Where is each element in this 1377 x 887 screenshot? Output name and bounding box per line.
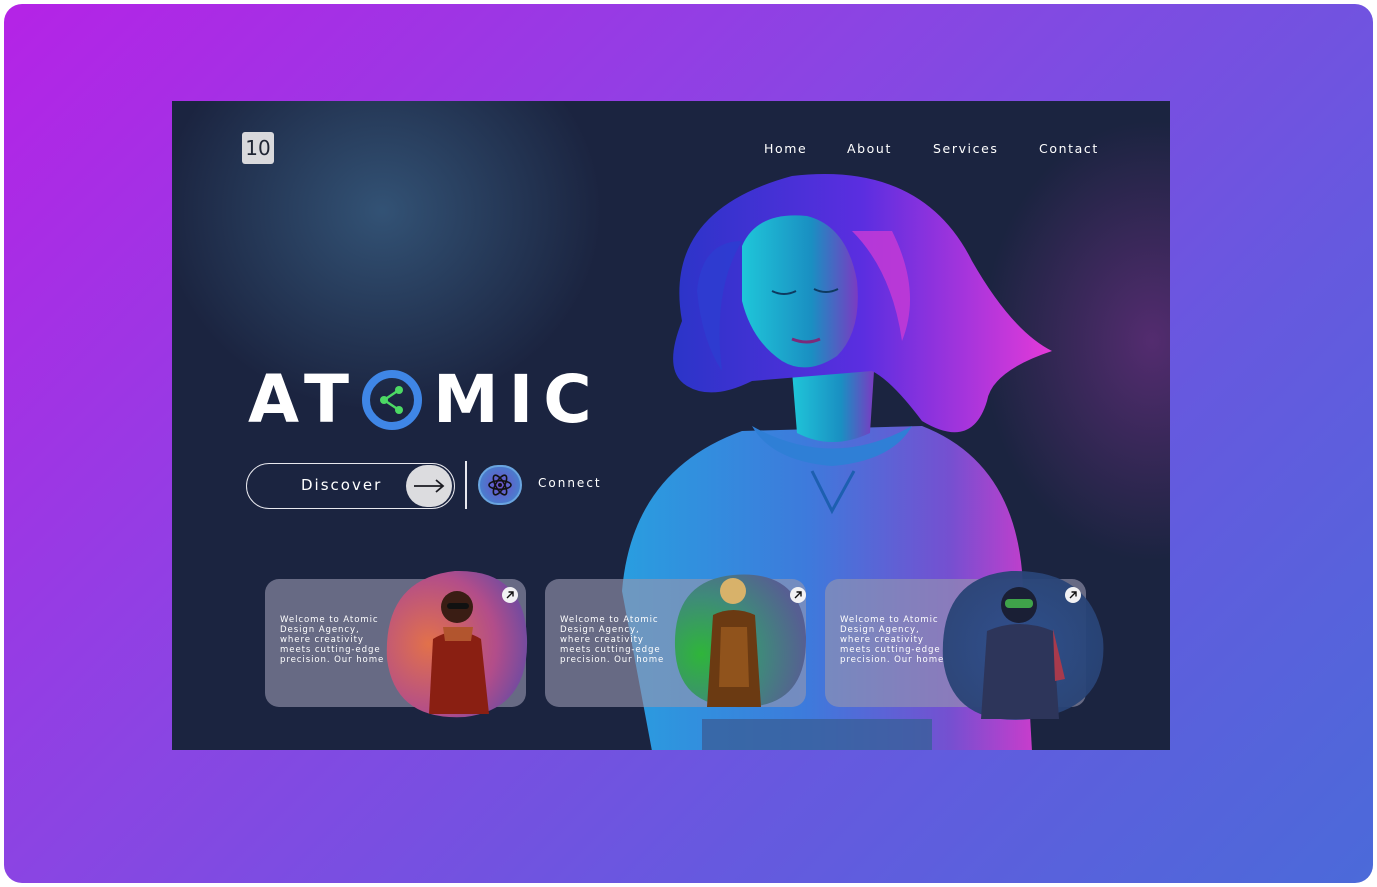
feature-card[interactable]: Welcome to Atomic Design Agency, where c…	[825, 570, 1104, 720]
card-model-image	[674, 574, 807, 708]
hero-section: 10 Home About Services Contact AT MIC Di…	[172, 101, 1170, 750]
discover-button[interactable]: Discover	[246, 463, 455, 509]
feature-card[interactable]: Welcome to Atomic Design Agency, where c…	[265, 570, 528, 718]
discover-label: Discover	[301, 476, 383, 494]
connect-link[interactable]: Connect	[538, 476, 602, 490]
button-divider	[465, 461, 467, 509]
page-frame: 10 Home About Services Contact AT MIC Di…	[4, 4, 1373, 883]
nav-home[interactable]: Home	[764, 141, 807, 156]
nav-services[interactable]: Services	[933, 141, 999, 156]
card-model-image	[942, 570, 1104, 720]
arrow-up-right-icon[interactable]	[502, 587, 518, 603]
feature-card[interactable]: Welcome to Atomic Design Agency, where c…	[545, 574, 807, 708]
arrow-right-icon	[406, 465, 452, 507]
share-nodes-icon	[359, 363, 425, 437]
arrow-up-right-icon[interactable]	[790, 587, 806, 603]
hero-title-part1: AT	[248, 361, 359, 438]
card-text: Welcome to Atomic Design Agency, where c…	[840, 615, 945, 665]
top-nav: Home About Services Contact	[172, 141, 1170, 161]
card-text: Welcome to Atomic Design Agency, where c…	[560, 615, 665, 665]
card-text: Welcome to Atomic Design Agency, where c…	[280, 615, 385, 665]
hero-title: AT MIC	[248, 363, 602, 437]
react-atom-icon[interactable]	[478, 465, 522, 505]
nav-contact[interactable]: Contact	[1039, 141, 1099, 156]
arrow-up-right-icon[interactable]	[1065, 587, 1081, 603]
nav-about[interactable]: About	[847, 141, 892, 156]
hero-title-part2: MIC	[432, 361, 602, 438]
